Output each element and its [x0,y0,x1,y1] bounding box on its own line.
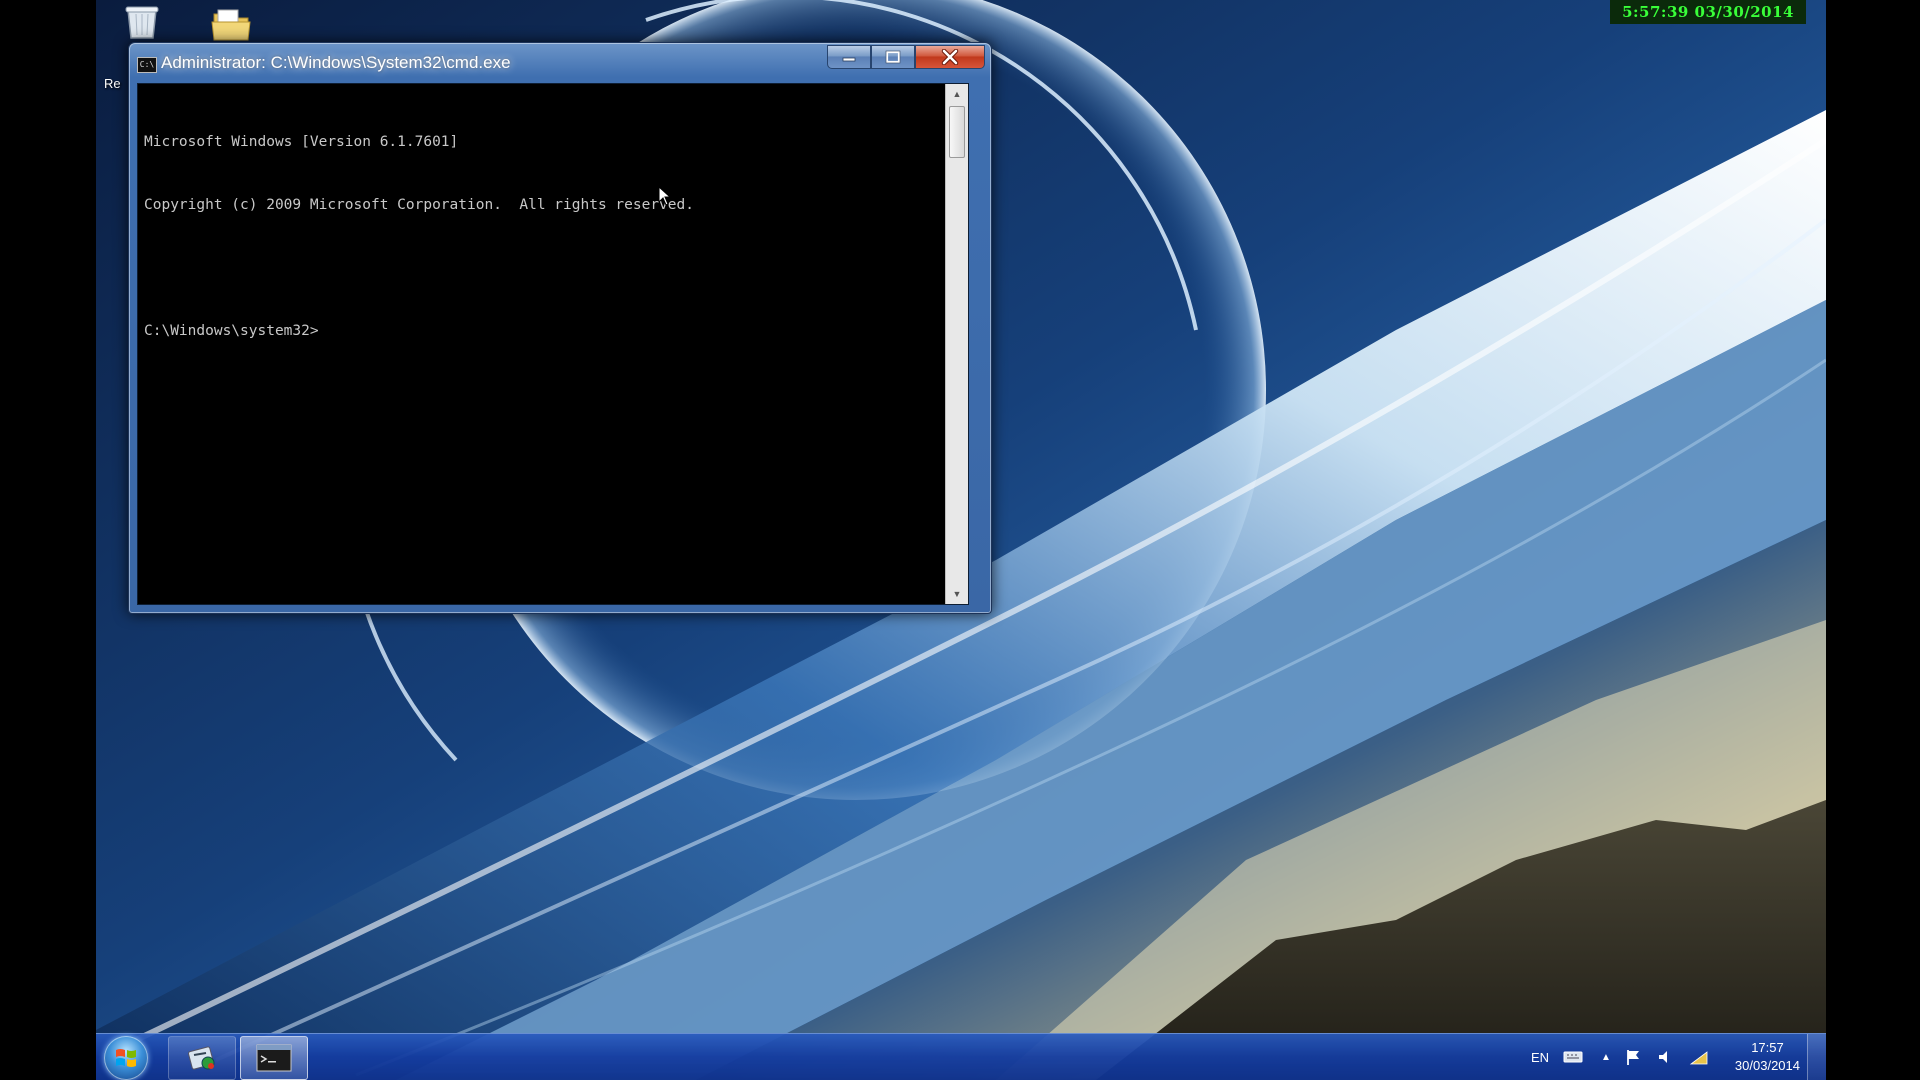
window-controls [827,45,985,69]
show-desktop-button[interactable] [1807,1034,1826,1080]
volume-icon[interactable] [1657,1048,1675,1066]
recorder-timestamp: 5:57:39 03/30/2014 [1610,0,1806,24]
scroll-down-arrow-icon[interactable]: ▼ [946,584,968,604]
minimize-icon [842,57,856,62]
windows-start-icon [116,1049,136,1067]
recycle-bin-label: Re [104,76,121,91]
close-button[interactable] [915,45,985,69]
start-button[interactable] [104,1036,148,1080]
vertical-scrollbar[interactable]: ▲ ▼ [945,84,968,604]
show-hidden-icons-arrow[interactable]: ▲ [1601,1052,1611,1063]
console-prompt: C:\Windows\system32> [144,323,319,339]
network-icon[interactable] [1689,1048,1709,1066]
recycle-bin-icon[interactable] [118,4,166,40]
desktop-screen: Re 5:57:39 03/30/2014 C:\ Administrator:… [96,0,1826,1080]
folder-icon[interactable] [208,6,256,42]
settings-tool-icon [187,1046,215,1070]
system-tray: EN ▲ 17:57 30/03/2014 [1517,1034,1800,1080]
console-output[interactable]: Microsoft Windows [Version 6.1.7601] Cop… [144,90,694,384]
close-icon [941,49,959,65]
scroll-up-arrow-icon[interactable]: ▲ [946,84,968,104]
clock-time: 17:57 [1751,1040,1784,1055]
cmd-window[interactable]: C:\ Administrator: C:\Windows\System32\c… [128,42,992,614]
cmd-icon[interactable]: C:\ [137,57,157,73]
taskbar-cmd-button[interactable] [240,1036,308,1080]
scroll-thumb[interactable] [949,106,965,158]
maximize-icon [885,50,901,64]
maximize-button[interactable] [871,45,915,69]
mouse-cursor-icon [658,186,672,206]
window-title: Administrator: C:\Windows\System32\cmd.e… [161,53,511,72]
language-indicator[interactable]: EN [1531,1050,1549,1065]
clock-date: 30/03/2014 [1734,1058,1800,1073]
taskbar: EN ▲ 17:57 30/03/2014 [96,1033,1826,1080]
taskbar-clock[interactable]: 17:57 30/03/2014 [1735,1039,1800,1075]
console-area[interactable]: Microsoft Windows [Version 6.1.7601] Cop… [137,83,969,605]
keyboard-icon[interactable] [1563,1051,1583,1063]
cmd-titlebar[interactable]: C:\ Administrator: C:\Windows\System32\c… [129,43,991,83]
minimize-button[interactable] [827,45,871,69]
action-center-flag-icon[interactable] [1625,1048,1643,1066]
console-line: Copyright (c) 2009 Microsoft Corporation… [144,197,694,213]
taskbar-pinned-tool[interactable] [168,1036,236,1080]
console-line: Microsoft Windows [Version 6.1.7601] [144,134,459,150]
cmd-icon [256,1044,292,1072]
